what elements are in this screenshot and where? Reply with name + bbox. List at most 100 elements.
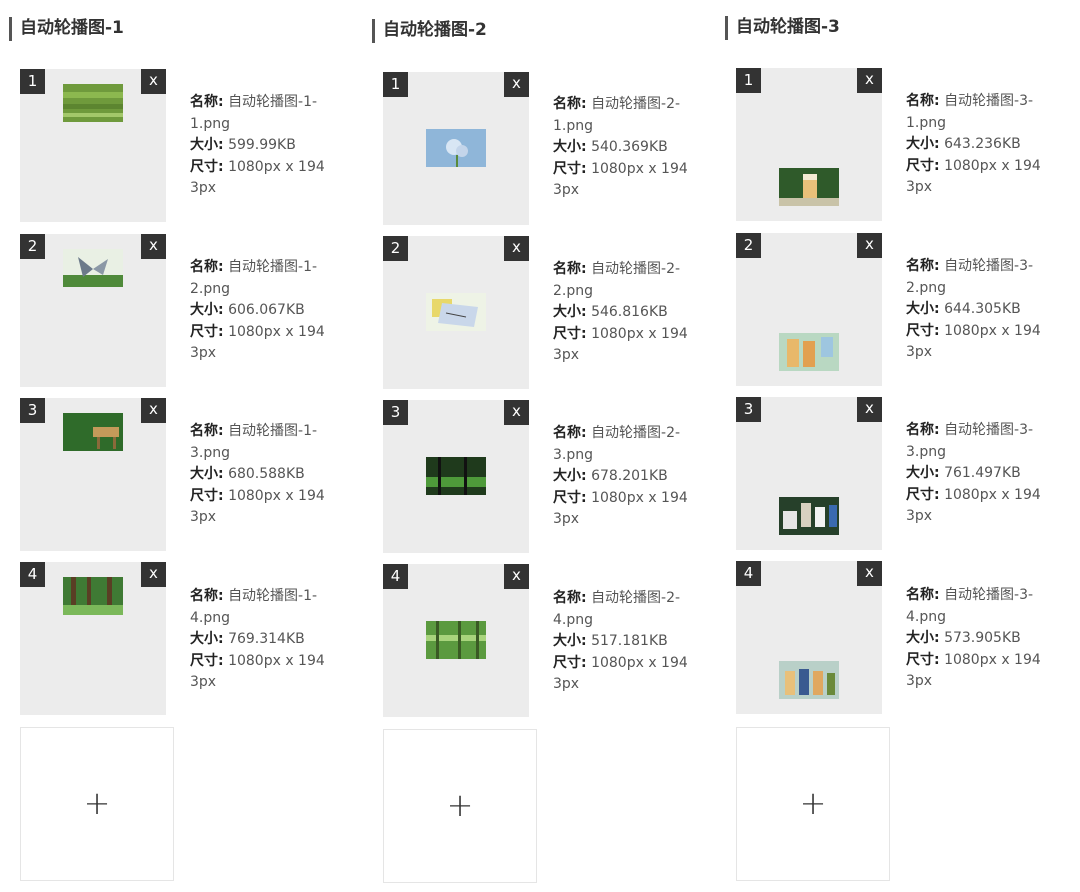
image-card[interactable]: 4 x — [736, 561, 882, 714]
dim-label: 尺寸: — [906, 157, 940, 174]
add-image-button[interactable]: + — [383, 729, 537, 883]
plus-icon: + — [446, 786, 474, 824]
image-card[interactable]: 4 x — [20, 562, 166, 715]
image-info: 名称: 自动轮播图-2-1.png 大小: 540.369KB 尺寸: 1080… — [553, 94, 693, 202]
close-button[interactable]: x — [141, 398, 166, 423]
dim-label: 尺寸: — [190, 652, 224, 669]
image-card[interactable]: 3 x — [383, 400, 529, 553]
add-image-button[interactable]: + — [736, 727, 890, 881]
dim-label: 尺寸: — [553, 654, 587, 671]
file-size: 540.369KB — [591, 139, 668, 155]
close-button[interactable]: x — [857, 561, 882, 586]
image-info: 名称: 自动轮播图-3-1.png 大小: 643.236KB 尺寸: 1080… — [906, 91, 1046, 199]
image-card[interactable]: 3 x — [20, 398, 166, 551]
bottles-image — [779, 661, 839, 699]
file-size: 680.588KB — [228, 466, 305, 482]
index-badge: 4 — [383, 564, 408, 589]
close-button[interactable]: x — [504, 564, 529, 589]
green-forest-image — [426, 621, 486, 659]
image-info: 名称: 自动轮播图-3-2.png 大小: 644.305KB 尺寸: 1080… — [906, 256, 1046, 364]
notebook-image — [426, 293, 486, 331]
index-badge: 4 — [736, 561, 761, 586]
close-button[interactable]: x — [857, 68, 882, 93]
image-info: 名称: 自动轮播图-2-3.png 大小: 678.201KB 尺寸: 1080… — [553, 423, 693, 531]
dim-label: 尺寸: — [553, 160, 587, 177]
index-badge: 4 — [20, 562, 45, 587]
column-3: 自动轮播图-3 1 x 名称: 自动轮播图-3-1.png 大小: 643.23… — [725, 0, 1065, 892]
image-card[interactable]: 2 x — [736, 233, 882, 386]
dim-label: 尺寸: — [190, 158, 224, 175]
name-label: 名称: — [906, 258, 940, 274]
drinks-image — [779, 333, 839, 371]
name-label: 名称: — [190, 259, 224, 275]
dim-label: 尺寸: — [190, 323, 224, 340]
image-info: 名称: 自动轮播图-1-2.png 大小: 606.067KB 尺寸: 1080… — [190, 257, 330, 365]
image-card[interactable]: 4 x — [383, 564, 529, 717]
image-card[interactable]: 3 x — [736, 397, 882, 550]
size-label: 大小: — [553, 139, 587, 155]
name-label: 名称: — [553, 261, 587, 277]
file-size: 769.314KB — [228, 631, 305, 647]
image-card[interactable]: 1 x — [383, 72, 529, 225]
size-label: 大小: — [906, 301, 940, 317]
dim-label: 尺寸: — [553, 489, 587, 506]
products-image — [779, 497, 839, 535]
file-size: 606.067KB — [228, 302, 305, 318]
image-card[interactable]: 2 x — [383, 236, 529, 389]
plus-icon: + — [799, 784, 827, 822]
file-size: 643.236KB — [944, 136, 1021, 152]
image-info: 名称: 自动轮播图-1-3.png 大小: 680.588KB 尺寸: 1080… — [190, 421, 330, 529]
index-badge: 2 — [736, 233, 761, 258]
size-label: 大小: — [190, 302, 224, 318]
dim-label: 尺寸: — [906, 322, 940, 339]
name-label: 名称: — [190, 94, 224, 110]
image-card[interactable]: 1 x — [20, 69, 166, 222]
close-button[interactable]: x — [141, 234, 166, 259]
image-card[interactable]: 1 x — [736, 68, 882, 221]
dim-label: 尺寸: — [190, 487, 224, 504]
index-badge: 3 — [736, 397, 761, 422]
close-button[interactable]: x — [141, 69, 166, 94]
close-button[interactable]: x — [141, 562, 166, 587]
image-card[interactable]: 2 x — [20, 234, 166, 387]
name-label: 名称: — [190, 588, 224, 604]
size-label: 大小: — [906, 136, 940, 152]
index-badge: 3 — [20, 398, 45, 423]
drink-cup-image — [779, 168, 839, 206]
dim-label: 尺寸: — [553, 325, 587, 342]
size-label: 大小: — [906, 630, 940, 646]
index-badge: 2 — [20, 234, 45, 259]
dark-forest-image — [426, 457, 486, 495]
index-badge: 1 — [20, 69, 45, 94]
file-size: 761.497KB — [944, 465, 1021, 481]
column-title: 自动轮播图-1 — [9, 17, 124, 41]
index-badge: 2 — [383, 236, 408, 261]
file-size: 573.905KB — [944, 630, 1021, 646]
size-label: 大小: — [553, 633, 587, 649]
close-button[interactable]: x — [504, 236, 529, 261]
column-title: 自动轮播图-3 — [725, 16, 840, 40]
file-size: 599.99KB — [228, 137, 296, 153]
image-info: 名称: 自动轮播图-3-3.png 大小: 761.497KB 尺寸: 1080… — [906, 420, 1046, 528]
close-button[interactable]: x — [504, 400, 529, 425]
name-label: 名称: — [553, 96, 587, 112]
image-info: 名称: 自动轮播图-1-4.png 大小: 769.314KB 尺寸: 1080… — [190, 586, 330, 694]
green-grass-image — [63, 84, 123, 122]
size-label: 大小: — [906, 465, 940, 481]
flowers-sky-image — [426, 129, 486, 167]
forest-table-image — [63, 413, 123, 451]
close-button[interactable]: x — [857, 397, 882, 422]
column-title: 自动轮播图-2 — [372, 19, 487, 43]
file-size: 517.181KB — [591, 633, 668, 649]
butterfly-image — [63, 249, 123, 287]
name-label: 名称: — [553, 425, 587, 441]
name-label: 名称: — [906, 93, 940, 109]
add-image-button[interactable]: + — [20, 727, 174, 881]
close-button[interactable]: x — [857, 233, 882, 258]
dim-label: 尺寸: — [906, 486, 940, 503]
size-label: 大小: — [553, 468, 587, 484]
close-button[interactable]: x — [504, 72, 529, 97]
file-size: 644.305KB — [944, 301, 1021, 317]
file-size: 546.816KB — [591, 304, 668, 320]
image-info: 名称: 自动轮播图-3-4.png 大小: 573.905KB 尺寸: 1080… — [906, 585, 1046, 693]
